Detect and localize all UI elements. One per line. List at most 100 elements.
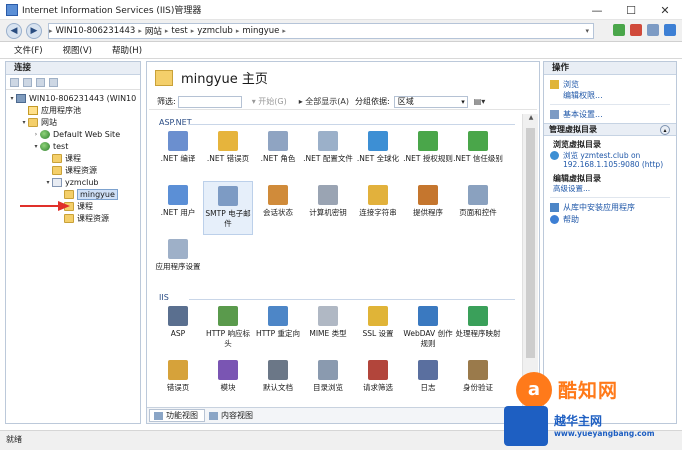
maximize-button[interactable]: ☐ xyxy=(614,0,648,20)
tree-node-label[interactable]: yzmclub xyxy=(65,178,99,187)
breadcrumb-mingyue[interactable]: mingyue xyxy=(239,26,282,36)
scroll-up-icon[interactable]: ▲ xyxy=(523,114,539,126)
feature-label: .NET 配置文件 xyxy=(303,154,353,163)
filter-input[interactable] xyxy=(177,95,242,108)
connect-icon[interactable] xyxy=(613,24,625,36)
feature-item[interactable]: 错误页 xyxy=(153,356,203,408)
feature-item[interactable]: ASP xyxy=(153,302,203,356)
address-dropdown-icon[interactable]: ▾ xyxy=(581,27,593,35)
feature-item[interactable]: .NET 编译 xyxy=(153,127,203,181)
feature-item[interactable]: MIME 类型 xyxy=(303,302,353,356)
feature-item[interactable]: 页面和控件 xyxy=(453,181,503,235)
expand-toggle-icon[interactable]: › xyxy=(32,131,40,138)
home-icon[interactable] xyxy=(647,24,659,36)
tree-node-label[interactable]: 网站 xyxy=(41,117,57,128)
expand-toggle-icon[interactable]: ▾ xyxy=(32,143,40,150)
feature-item[interactable]: .NET 配置文件 xyxy=(303,127,353,181)
feature-item[interactable]: SSL 设置 xyxy=(353,302,403,356)
forward-arrow-icon[interactable]: ▶ xyxy=(26,23,42,39)
tree-node-label[interactable]: mingyue xyxy=(77,188,118,200)
tree-node-label[interactable]: 课程 xyxy=(65,153,81,164)
breadcrumb-sites[interactable]: 网站 xyxy=(142,25,165,37)
action-browse[interactable]: 浏览 xyxy=(550,78,670,90)
vertical-scrollbar[interactable]: ▲ ▼ xyxy=(522,114,538,408)
group-by-select[interactable]: 区域 xyxy=(393,95,468,108)
feature-item[interactable]: .NET 错误页 xyxy=(203,127,253,181)
minimize-button[interactable]: — xyxy=(580,0,614,20)
start-button[interactable]: ▾ 开始(G) xyxy=(246,96,293,107)
tree-node-label[interactable]: test xyxy=(53,142,68,151)
feature-item[interactable]: HTTP 响应标头 xyxy=(203,302,253,356)
scrollbar-thumb[interactable] xyxy=(526,128,535,358)
help-icon[interactable] xyxy=(664,24,676,36)
feature-item[interactable]: 日志 xyxy=(403,356,453,408)
feature-item[interactable]: 身份验证 xyxy=(453,356,503,408)
feature-item[interactable]: 提供程序 xyxy=(403,181,453,235)
menu-help[interactable]: 帮助(H) xyxy=(112,44,142,56)
expand-toggle-icon[interactable]: ▾ xyxy=(8,95,16,102)
tree-node-label[interactable]: Default Web Site xyxy=(53,130,120,139)
breadcrumb-yzmclub[interactable]: yzmclub xyxy=(194,26,236,36)
action-advanced-settings[interactable]: 高级设置... xyxy=(550,184,670,194)
tree-node[interactable]: 课程 xyxy=(6,152,140,164)
tree-node[interactable]: 应用程序池 xyxy=(6,104,140,116)
up-icon[interactable] xyxy=(36,77,45,87)
action-basic-settings[interactable]: 基本设置... xyxy=(550,108,670,120)
action-help[interactable]: 帮助 xyxy=(550,213,670,225)
tree-node[interactable]: ▾ WIN10-806231443 (WIN10 xyxy=(6,92,140,104)
address-bar: ◀ ▶ ▸ WIN10-806231443 ▸ 网站 ▸ test ▸ yzmc… xyxy=(0,20,682,42)
action-browse-site[interactable]: 浏览 yzmtest.club on xyxy=(550,150,670,160)
back-arrow-icon[interactable]: ◀ xyxy=(6,23,22,39)
tree-node[interactable]: ▾ yzmclub xyxy=(6,176,140,188)
menu-view[interactable]: 视图(V) xyxy=(63,44,92,56)
feature-item[interactable]: 应用程序设置 xyxy=(153,235,203,289)
feature-item[interactable]: 处理程序映射 xyxy=(453,302,503,356)
tab-features-view[interactable]: 功能视图 xyxy=(149,409,205,422)
stop-icon[interactable] xyxy=(630,24,642,36)
tree-node[interactable]: 课程资源 xyxy=(6,212,140,224)
feature-item[interactable]: 目录浏览 xyxy=(303,356,353,408)
breadcrumb[interactable]: ▸ WIN10-806231443 ▸ 网站 ▸ test ▸ yzmclub … xyxy=(48,23,594,39)
collapse-icon[interactable]: ▴ xyxy=(660,125,670,135)
feature-item[interactable]: WebDAV 创作规则 xyxy=(403,302,453,356)
delete-connection-icon[interactable] xyxy=(49,77,58,87)
feature-item[interactable]: 计算机密钥 xyxy=(303,181,353,235)
expand-toggle-icon[interactable]: ▾ xyxy=(20,119,28,126)
tree-node[interactable]: ▾ 网站 xyxy=(6,116,140,128)
feature-item[interactable]: 会话状态 xyxy=(253,181,303,235)
tree-node-label[interactable]: 课程资源 xyxy=(77,213,109,224)
feature-item[interactable]: 默认文档 xyxy=(253,356,303,408)
tree-node-label[interactable]: WIN10-806231443 (WIN10 xyxy=(29,94,136,103)
manage-vdir-section[interactable]: 管理虚拟目录 ▴ xyxy=(544,123,676,136)
tree-node[interactable]: › Default Web Site xyxy=(6,128,140,140)
feature-item[interactable]: SMTP 电子邮件 xyxy=(203,181,253,235)
feature-item[interactable]: 连接字符串 xyxy=(353,181,403,235)
tree-node-label[interactable]: 课程 xyxy=(77,201,93,212)
feature-item[interactable]: HTTP 重定向 xyxy=(253,302,303,356)
view-mode-icon[interactable]: ▤▾ xyxy=(468,97,492,106)
tree-node[interactable]: ▾ test xyxy=(6,140,140,152)
show-all-button[interactable]: ▸ 全部显示(A) xyxy=(293,96,355,107)
feature-item[interactable]: .NET 用户 xyxy=(153,181,203,235)
feature-item[interactable]: 请求筛选 xyxy=(353,356,403,408)
breadcrumb-test[interactable]: test xyxy=(168,26,190,36)
tree-node[interactable]: 课程资源 xyxy=(6,164,140,176)
feature-item[interactable]: 模块 xyxy=(203,356,253,408)
expand-toggle-icon[interactable]: ▾ xyxy=(44,179,52,186)
tree-node[interactable]: mingyue xyxy=(6,188,140,200)
breadcrumb-server[interactable]: WIN10-806231443 xyxy=(53,26,139,36)
menu-file[interactable]: 文件(F) xyxy=(14,44,43,56)
tree-node-label[interactable]: 课程资源 xyxy=(65,165,97,176)
tab-content-view[interactable]: 内容视图 xyxy=(205,409,259,422)
action-install-from-gallery[interactable]: 从库中安装应用程序 xyxy=(550,201,670,213)
feature-item[interactable]: .NET 角色 xyxy=(253,127,303,181)
tree-node-label[interactable]: 应用程序池 xyxy=(41,105,81,116)
browse-vdir-address[interactable]: 192.168.1.105:9080 (http) xyxy=(550,160,670,170)
feature-item[interactable]: .NET 全球化 xyxy=(353,127,403,181)
save-connections-icon[interactable] xyxy=(23,77,32,87)
close-button[interactable]: ✕ xyxy=(648,0,682,20)
feature-item[interactable]: .NET 授权规则 xyxy=(403,127,453,181)
create-connection-icon[interactable] xyxy=(10,77,19,87)
feature-item[interactable]: .NET 信任级别 xyxy=(453,127,503,181)
action-edit-permissions[interactable]: 编辑权限... xyxy=(550,90,670,101)
